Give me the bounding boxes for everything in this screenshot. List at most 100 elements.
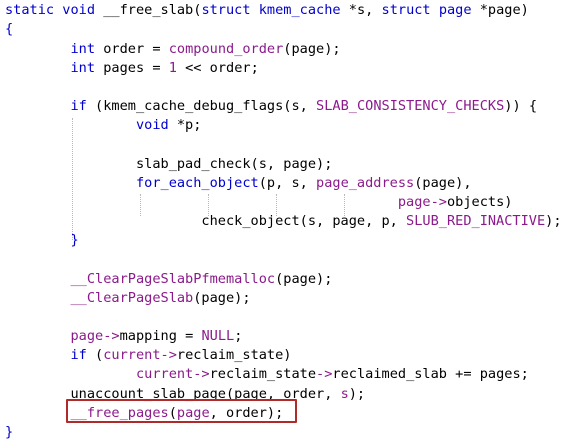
code-token: ); — [545, 213, 562, 229]
code-token: pages — [103, 60, 153, 76]
code-line: { — [5, 20, 13, 39]
code-token: { — [5, 21, 14, 37]
code-token: , — [365, 2, 382, 18]
code-token: NULL — [201, 328, 235, 344]
code-token: ); — [348, 386, 366, 402]
code-token: (page); — [283, 41, 341, 57]
indent-guide — [140, 194, 141, 216]
code-token: (page); — [275, 271, 333, 287]
code-token: << order; — [185, 60, 259, 76]
code-line: check_object(s, page, p, SLUB_RED_INACTI… — [5, 212, 562, 231]
code-token: compound_order — [168, 41, 284, 57]
code-token: )) { — [504, 98, 538, 114]
code-line: } — [5, 423, 13, 442]
code-token: __ClearPageSlab — [70, 290, 194, 306]
code-token: ( — [95, 347, 104, 363]
indent-guide — [208, 194, 209, 216]
code-token: __free_slab — [103, 2, 194, 18]
code-token: -> — [316, 366, 333, 382]
code-token: (kmem_cache_debug_flags(s, — [95, 98, 317, 114]
code-token: = — [152, 60, 169, 76]
indent-guide — [276, 194, 277, 216]
code-token: -> — [103, 328, 120, 344]
code-token: 1 — [168, 60, 186, 76]
code-line: int pages = 1 << order; — [5, 59, 259, 78]
code-token: } — [5, 424, 14, 440]
code-token: page_address — [316, 175, 415, 191]
code-token: current — [103, 347, 161, 363]
indent-guide — [344, 194, 345, 216]
code-token: = — [185, 328, 202, 344]
code-line: current->reclaim_state->reclaimed_slab +… — [5, 365, 529, 384]
code-line: } — [5, 231, 78, 250]
free-pages-highlight-box — [66, 399, 297, 423]
code-token: __ClearPageSlabPfmemalloc — [70, 271, 276, 287]
code-token: reclaim_state — [209, 366, 317, 382]
code-token: s — [356, 2, 366, 18]
code-token: struct — [201, 2, 259, 18]
code-line: if (current->reclaim_state) — [5, 346, 291, 365]
code-token: += pages; — [455, 366, 529, 382]
code-token: -> — [193, 366, 210, 382]
code-token: slab_pad_check(s, page); — [135, 156, 333, 172]
code-token: kmem_cache — [258, 2, 349, 18]
code-token: -> — [430, 194, 447, 210]
code-token: page — [70, 328, 104, 344]
code-token: -> — [160, 347, 177, 363]
code-token: *p; — [176, 117, 202, 133]
code-line: for_each_object(p, s, page_address(page)… — [5, 174, 472, 193]
code-token: if — [70, 98, 96, 114]
code-token: reclaim_state) — [176, 347, 292, 363]
code-token: = — [152, 41, 169, 57]
code-token: page — [397, 194, 431, 210]
code-token: reclaimed_slab — [332, 366, 456, 382]
code-line: __ClearPageSlabPfmemalloc(page); — [5, 270, 332, 289]
indent-guide — [72, 118, 73, 240]
code-token: struct — [381, 2, 439, 18]
code-line: static void __free_slab(struct kmem_cach… — [5, 1, 529, 20]
code-token: current — [135, 366, 194, 382]
code-line: int order = compound_order(page); — [5, 40, 341, 59]
code-token: s — [340, 386, 349, 402]
code-line: if (kmem_cache_debug_flags(s, SLAB_CONSI… — [5, 97, 537, 116]
code-token: (p, s, — [258, 175, 317, 191]
code-line: page->objects) — [5, 193, 513, 212]
code-token: static void — [5, 2, 104, 18]
code-token: mapping — [119, 328, 186, 344]
code-token: (page), — [414, 175, 472, 191]
code-token: * — [348, 2, 357, 18]
code-token: int — [70, 60, 104, 76]
code-token: objects) — [446, 194, 513, 210]
code-token: *page) — [479, 2, 529, 18]
code-line: __ClearPageSlab(page); — [5, 289, 250, 308]
code-token: order — [103, 41, 153, 57]
code-token: SLAB_CONSISTENCY_CHECKS — [316, 98, 505, 114]
code-line: slab_pad_check(s, page); — [5, 155, 332, 174]
code-editor: static void __free_slab ( struct kmem_cach… — [0, 0, 581, 441]
code-token: int — [70, 41, 104, 57]
code-token: void — [135, 117, 177, 133]
code-line: page->mapping = NULL; — [5, 327, 242, 346]
code-token: check_object(s, page, p, — [201, 213, 407, 229]
code-token: if — [70, 347, 96, 363]
code-token: for_each_object — [135, 175, 259, 191]
code-token: page — [438, 2, 480, 18]
code-token: SLUB_RED_INACTIVE — [406, 213, 546, 229]
code-line: void *p; — [5, 116, 201, 135]
